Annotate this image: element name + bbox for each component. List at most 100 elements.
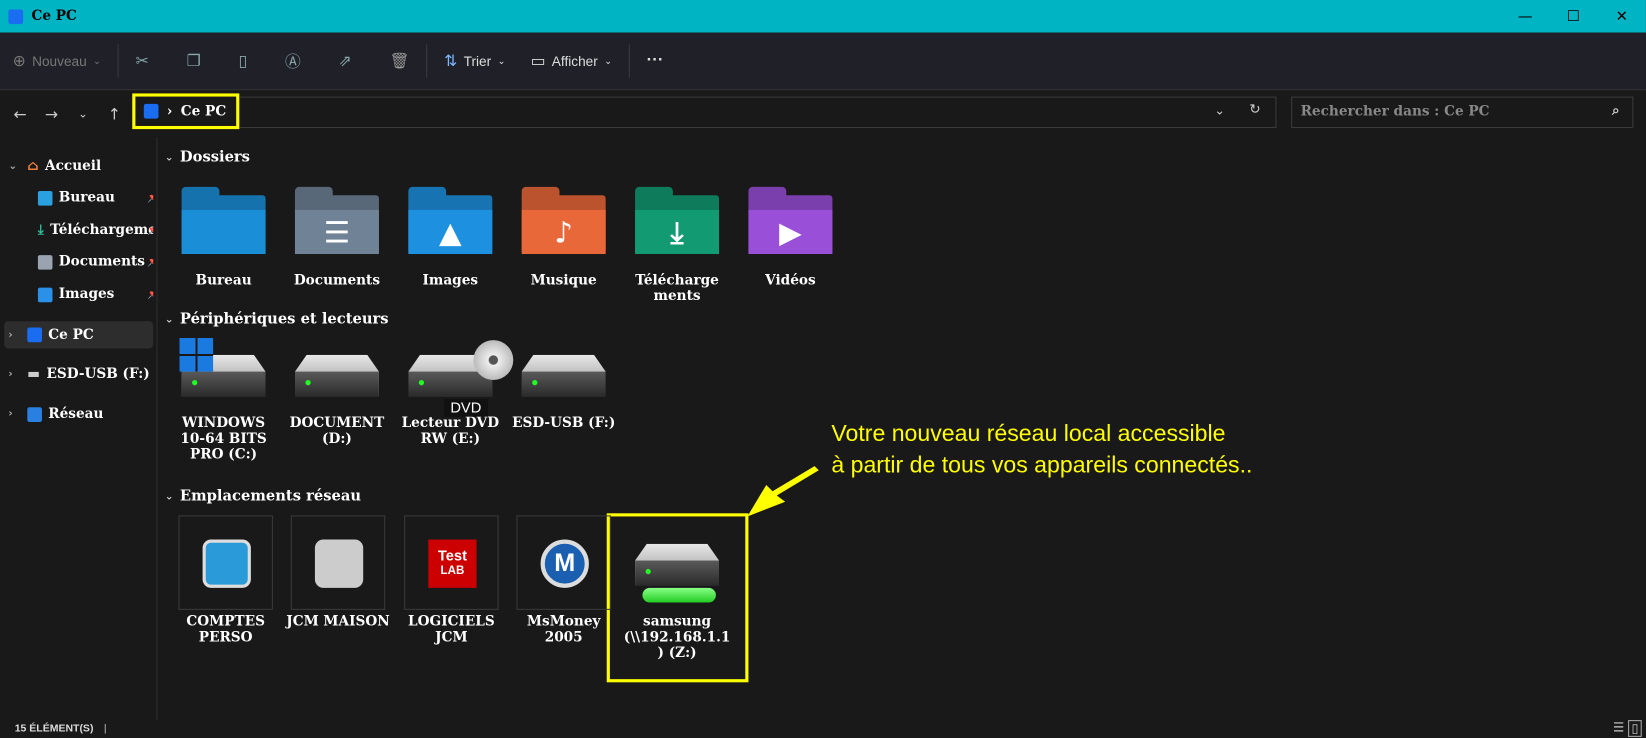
divider: [628, 44, 630, 78]
view-label: Afficher: [551, 53, 598, 69]
network-drive-icon[interactable]: [635, 543, 720, 586]
address-bar-row: ← → ⌄ ↑ › Ce PC ⌄ ↻ Rechercher dans : Ce…: [0, 89, 1646, 137]
sort-button[interactable]: ⇅ Trier ⌄: [432, 51, 518, 70]
folder-1[interactable]: ☰ Documents: [284, 186, 389, 289]
network-location-2[interactable]: Test LAB: [404, 515, 499, 610]
folder-2[interactable]: ▲ Images: [398, 186, 503, 289]
network-location-0[interactable]: [178, 515, 273, 610]
section-title: Emplacements réseau: [179, 488, 362, 505]
section-emplacements-reseau[interactable]: ⌄ Emplacements réseau: [165, 488, 361, 505]
drive-0[interactable]: WINDOWS 10-64 BITS PRO (C:): [171, 336, 276, 463]
recent-button[interactable]: ⌄: [67, 107, 98, 121]
paste-button[interactable]: ▯: [226, 51, 260, 70]
more-button[interactable]: ···: [634, 51, 676, 70]
drive-1[interactable]: DOCUMENT (D:): [284, 336, 389, 447]
folder-4[interactable]: ⤓ Télécharge ments: [625, 186, 730, 305]
section-peripheriques[interactable]: ⌄ Périphériques et lecteurs: [165, 311, 389, 328]
folder-label: Vidéos: [765, 272, 816, 289]
copy-button[interactable]: ❐: [174, 51, 213, 70]
breadcrumb-ce-pc[interactable]: Ce PC: [181, 103, 226, 119]
sidebar-item-esd-usb[interactable]: › ▬ ESD-USB (F:): [8, 366, 149, 382]
maximize-button[interactable]: ☐: [1549, 0, 1597, 33]
breadcrumb[interactable]: › Ce PC: [132, 93, 240, 130]
folder-icon: ▶: [748, 186, 833, 255]
rename-button[interactable]: Ⓐ: [272, 50, 313, 72]
folder-5[interactable]: ▶ Vidéos: [738, 186, 843, 289]
scissors-icon: ✂: [135, 51, 149, 71]
folder-icon: [181, 186, 266, 255]
sidebar-item-bureau[interactable]: Bureau 📌: [37, 189, 153, 206]
sidebar-item-reseau[interactable]: › Réseau: [8, 406, 103, 422]
dvd-badge: DVD: [444, 398, 488, 417]
network-location-label: LOGICIELS JCM: [408, 614, 495, 646]
pin-icon: 📌: [147, 192, 153, 204]
search-icon: ⌕: [1612, 102, 1620, 119]
new-button[interactable]: ⊕ Nouveau ⌄: [0, 51, 114, 70]
address-input[interactable]: ⌄ ↻: [239, 96, 1277, 129]
plus-circle-icon: ⊕: [12, 51, 26, 71]
arrow-icon: [747, 466, 819, 517]
network-location-label: COMPTES PERSO: [186, 614, 265, 646]
drive-2[interactable]: DVD Lecteur DVD RW (E:): [398, 336, 514, 447]
section-title: Périphériques et lecteurs: [179, 310, 389, 328]
folder-0[interactable]: Bureau: [171, 186, 276, 289]
details-view-button[interactable]: ☰: [1613, 720, 1624, 737]
msmoney-logo-icon: M: [540, 539, 589, 588]
share-button[interactable]: ⇗: [326, 51, 364, 70]
callout-line: à partir de tous vos appareils connectés…: [831, 451, 1253, 478]
folder-label: Documents: [293, 272, 381, 289]
sidebar-item-images[interactable]: Images 📌: [37, 286, 153, 303]
drive-label: ESD-USB (F:): [512, 415, 616, 432]
delete-button[interactable]: 🗑: [377, 51, 422, 70]
pc-icon: [143, 103, 159, 119]
back-button[interactable]: ←: [4, 104, 35, 123]
divider: [426, 44, 428, 78]
sidebar-label: Téléchargements: [50, 222, 153, 239]
sidebar-item-documents[interactable]: Documents📌: [37, 254, 153, 270]
pin-icon: 📌: [147, 225, 153, 237]
forward-button[interactable]: →: [36, 104, 67, 123]
usb-drive-icon: ▬: [27, 366, 41, 383]
clipboard-icon: ▯: [238, 51, 248, 71]
copy-icon: ❐: [186, 51, 201, 71]
pc-icon: [8, 8, 24, 24]
image-icon: [37, 287, 53, 302]
status-bar: 15 élément(s) |: [14, 723, 107, 735]
chevron-down-icon[interactable]: ⌄: [1214, 103, 1225, 118]
document-icon: [37, 254, 53, 270]
pc-icon: [27, 327, 42, 343]
sidebar-label: Bureau: [58, 189, 115, 206]
network-icon: [27, 406, 42, 422]
sidebar-item-accueil[interactable]: ⌄ ⌂ Accueil: [8, 159, 101, 175]
sort-icon: ⇅: [444, 51, 458, 71]
item-count: 15 élément(s): [14, 723, 94, 735]
sidebar-label: Accueil: [44, 158, 102, 175]
folder-3[interactable]: ♪ Musique: [511, 186, 616, 289]
sidebar-item-telechargements[interactable]: ⤓ Téléchargements📌: [38, 223, 153, 239]
up-button[interactable]: ↑: [99, 104, 130, 123]
close-button[interactable]: ✕: [1598, 0, 1646, 33]
folder-label: Musique: [530, 272, 597, 289]
download-icon: ⤓: [37, 222, 44, 239]
refresh-icon[interactable]: ↻: [1249, 102, 1260, 118]
folder-label: Télécharge ments: [635, 272, 719, 305]
network-location-1[interactable]: [290, 515, 386, 610]
section-title: Dossiers: [179, 149, 250, 166]
breadcrumb-separator: ›: [166, 103, 173, 120]
cut-button[interactable]: ✂: [123, 51, 161, 70]
drive-3[interactable]: ESD-USB (F:): [511, 336, 616, 432]
hard-drive-icon: [521, 354, 606, 397]
sidebar-label: Images: [58, 286, 115, 303]
sidebar-label: Réseau: [48, 406, 104, 422]
tiles-view-button[interactable]: ▯: [1628, 720, 1642, 737]
testlab-logo-icon: Test LAB: [428, 539, 477, 588]
minimize-button[interactable]: —: [1501, 0, 1549, 33]
network-location-3[interactable]: M: [516, 515, 611, 610]
network-location-label: MsMoney 2005: [526, 614, 601, 646]
network-connector-icon: [642, 587, 716, 603]
section-dossiers[interactable]: ⌄ Dossiers: [165, 149, 250, 166]
search-input[interactable]: Rechercher dans : Ce PC ⌕: [1291, 96, 1634, 129]
sidebar-item-ce-pc[interactable]: › Ce PC: [4, 321, 154, 349]
view-button[interactable]: ▭ Afficher ⌄: [518, 51, 625, 70]
drive-label: WINDOWS 10-64 BITS PRO (C:): [180, 415, 267, 463]
